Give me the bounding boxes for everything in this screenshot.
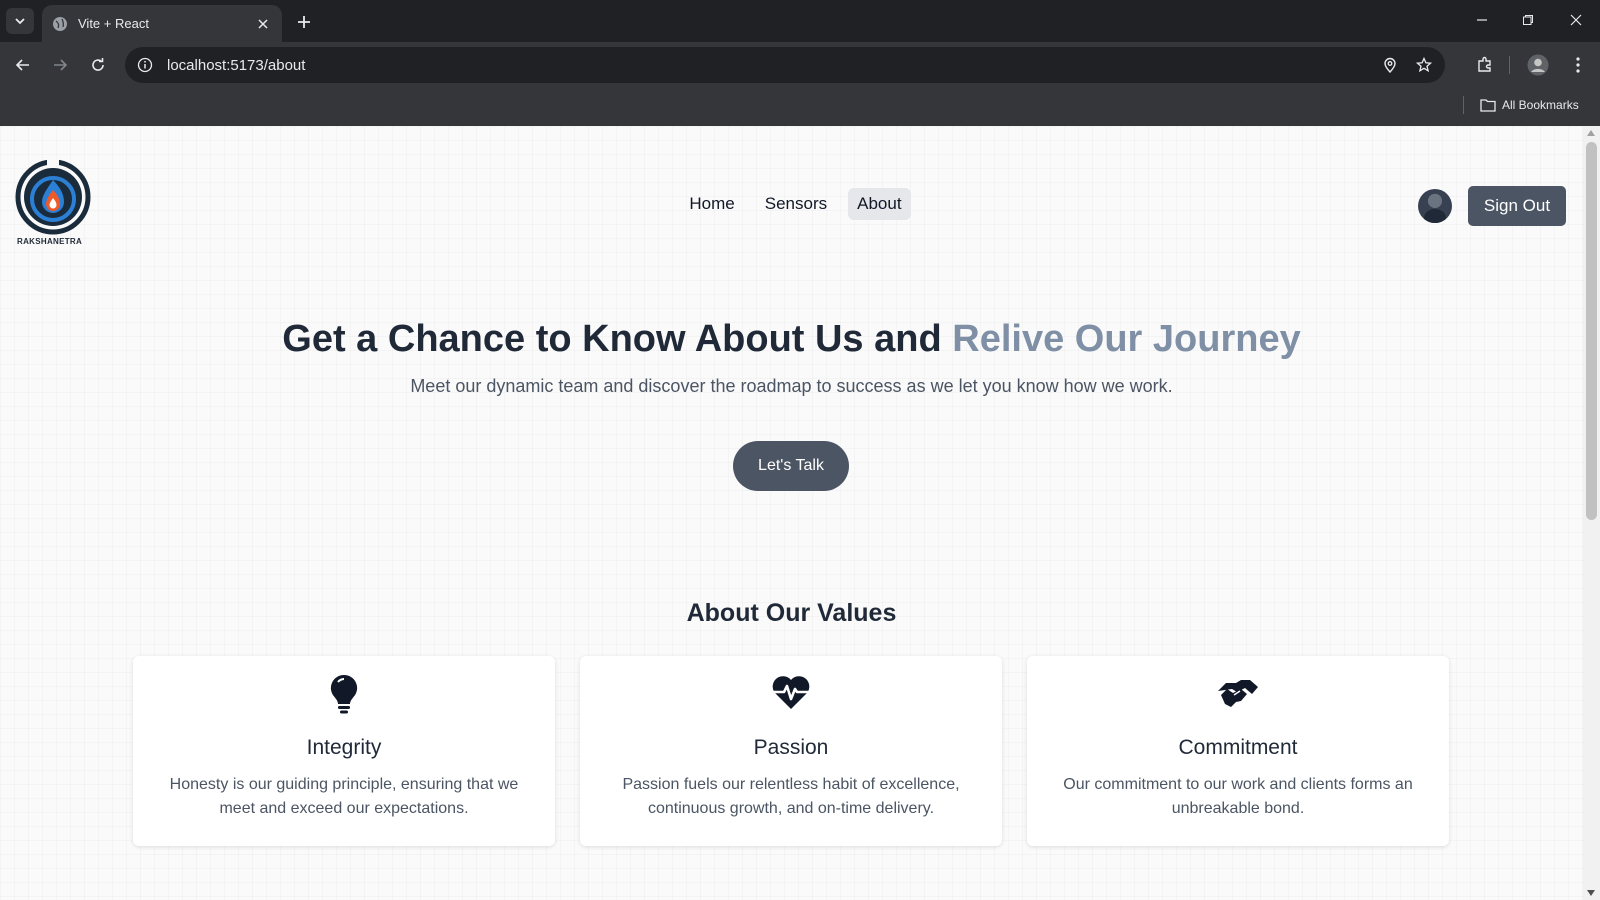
globe-icon — [53, 16, 67, 31]
sign-out-button[interactable]: Sign Out — [1468, 186, 1566, 226]
values-heading: About Our Values — [686, 599, 897, 627]
hero-title-main: Get a Chance to Know About Us and — [282, 318, 953, 360]
value-card-description: Our commitment to our work and clients f… — [1063, 776, 1413, 817]
value-card-title: Integrity — [306, 736, 382, 759]
handshake-icon — [1218, 680, 1258, 707]
hero-title: Get a Chance to Know About Us and Relive… — [0, 318, 1583, 361]
page-scrollbar[interactable] — [1583, 126, 1600, 900]
value-card-description: Passion fuels our relentless habit of ex… — [622, 776, 960, 817]
lets-talk-button[interactable]: Let's Talk — [733, 441, 849, 491]
hero-title-accent: Relive Our Journey — [952, 318, 1301, 360]
back-icon[interactable] — [9, 51, 37, 79]
new-tab-icon[interactable] — [292, 10, 316, 34]
tab-title: Vite + React — [78, 16, 149, 31]
tab-search-button[interactable] — [6, 8, 34, 34]
value-card-title: Commitment — [1178, 736, 1298, 759]
browser-tabstrip: Vite + React — [0, 0, 1600, 42]
toolbar-divider — [1509, 56, 1510, 74]
forward-icon[interactable] — [46, 51, 74, 79]
lightbulb-icon — [330, 674, 358, 714]
site-navbar: RAKSHANETRA Home Sensors About Sign Out — [0, 126, 1583, 256]
extensions-icon[interactable] — [1471, 51, 1499, 79]
value-card-title: Passion — [753, 736, 829, 759]
nav-home[interactable]: Home — [680, 188, 743, 220]
location-icon[interactable] — [1377, 52, 1403, 78]
value-card-description: Honesty is our guiding principle, ensuri… — [169, 776, 519, 817]
value-card-integrity: Integrity Honesty is our guiding princip… — [133, 656, 555, 846]
browser-toolbar: localhost:5173/about — [0, 42, 1600, 88]
site-info-icon[interactable] — [135, 55, 155, 75]
value-card-commitment: Commitment Our commitment to our work an… — [1027, 656, 1449, 846]
browser-tab[interactable]: Vite + React — [42, 5, 282, 42]
brand-name: RAKSHANETRA — [17, 237, 83, 246]
bookmarks-divider — [1463, 96, 1464, 114]
user-avatar[interactable] — [1418, 189, 1452, 223]
all-bookmarks-button[interactable]: All Bookmarks — [1480, 94, 1579, 116]
scroll-up-icon[interactable] — [1587, 130, 1595, 136]
url-text[interactable]: localhost:5173/about — [167, 57, 1377, 74]
nav-sensors[interactable]: Sensors — [756, 188, 836, 220]
profile-avatar-icon[interactable] — [1524, 51, 1552, 79]
main-menu: Home Sensors About — [0, 188, 1583, 220]
avatar-silhouette — [1424, 209, 1446, 223]
heartbeat-icon — [772, 676, 810, 709]
all-bookmarks-label: All Bookmarks — [1502, 98, 1579, 112]
folder-icon — [1480, 99, 1496, 112]
nav-about[interactable]: About — [848, 188, 911, 220]
minimize-icon[interactable] — [1468, 8, 1496, 32]
reload-icon[interactable] — [84, 51, 112, 79]
restore-icon[interactable] — [1514, 8, 1542, 32]
bookmarks-bar: All Bookmarks — [0, 88, 1600, 126]
page-viewport: RAKSHANETRA Home Sensors About Sign Out … — [0, 126, 1583, 900]
tab-close-icon[interactable] — [254, 15, 272, 33]
bookmark-star-icon[interactable] — [1411, 52, 1437, 78]
close-window-icon[interactable] — [1562, 8, 1590, 32]
hero-subtitle: Meet our dynamic team and discover the r… — [410, 376, 1173, 396]
menu-kebab-icon[interactable] — [1564, 51, 1592, 79]
scrollbar-thumb[interactable] — [1586, 142, 1597, 520]
value-card-passion: Passion Passion fuels our relentless hab… — [580, 656, 1002, 846]
scroll-down-icon[interactable] — [1587, 890, 1595, 896]
chevron-down-icon — [15, 18, 25, 25]
address-bar[interactable]: localhost:5173/about — [125, 47, 1445, 83]
